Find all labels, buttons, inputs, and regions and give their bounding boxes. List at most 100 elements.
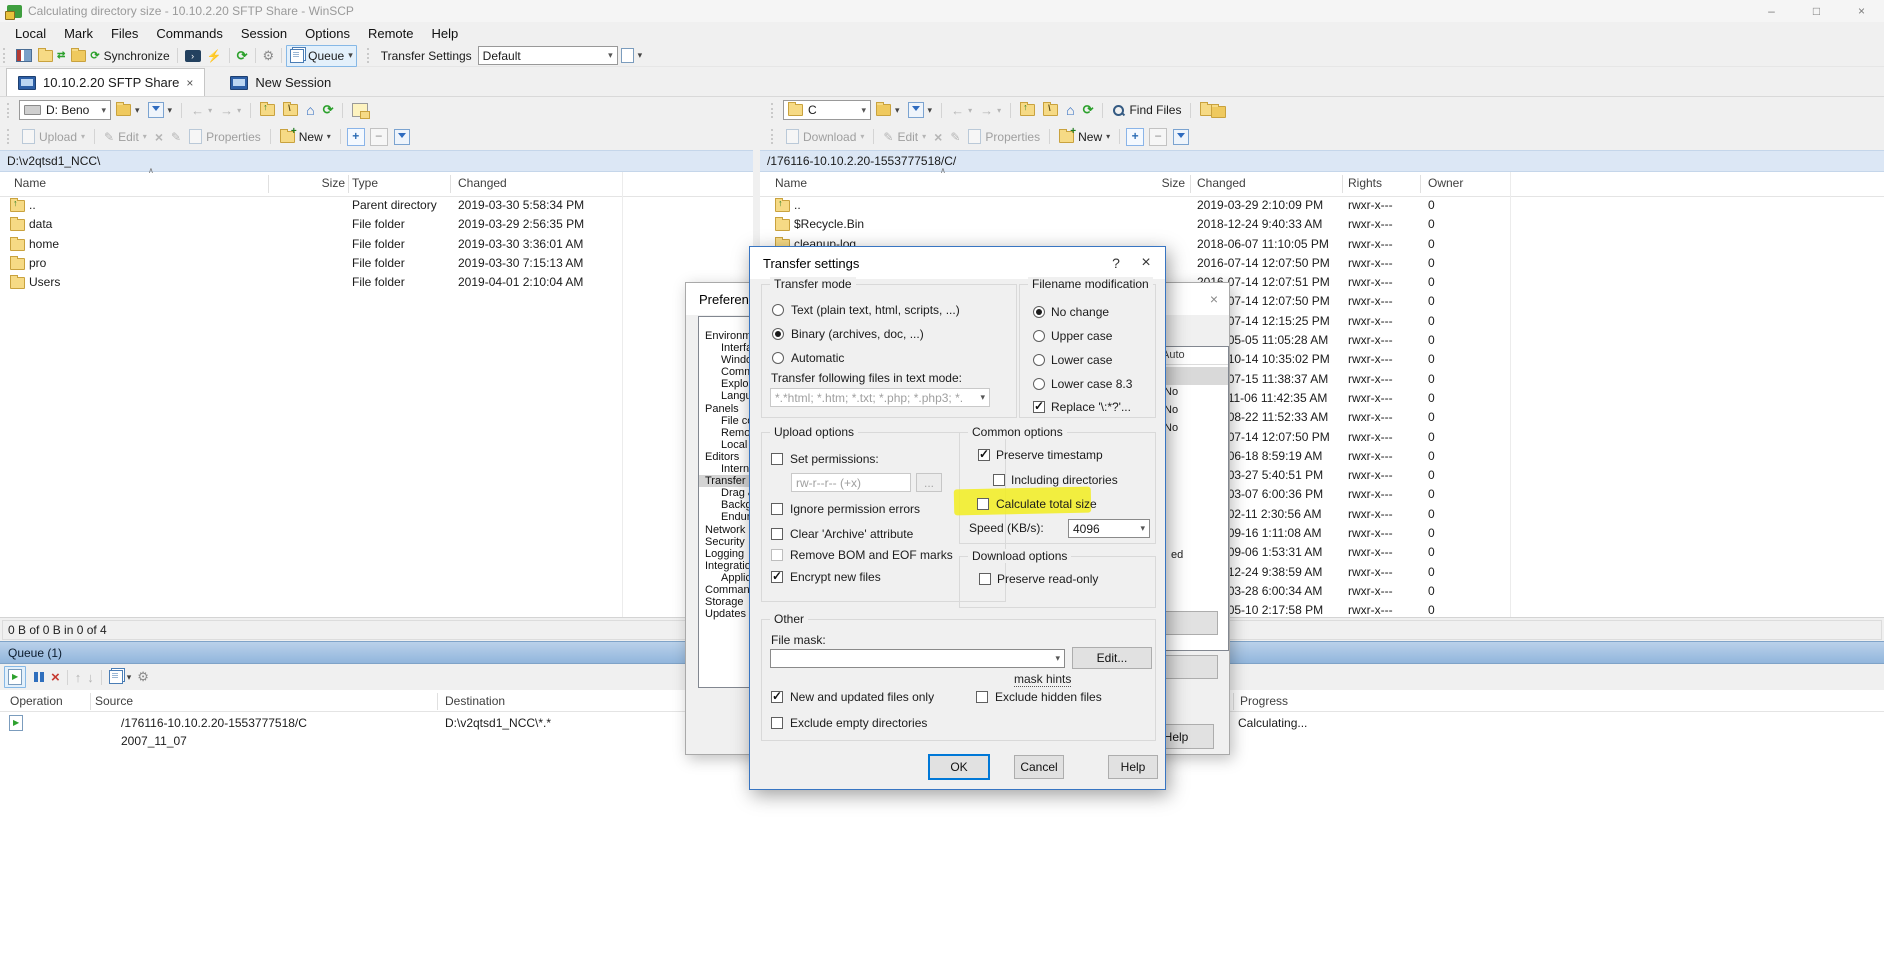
automatic-mode-label[interactable]: Automatic [791, 351, 844, 365]
download-button[interactable]: Download▾ [783, 127, 867, 147]
file-row[interactable]: home File folder 2019-03-30 3:36:01 AM [0, 235, 753, 254]
left-properties-button[interactable]: Properties [186, 127, 264, 147]
clear-archive-label[interactable]: Clear 'Archive' attribute [790, 527, 913, 541]
ok-button[interactable]: OK [928, 754, 990, 780]
right-refresh-button[interactable]: ⟳ [1080, 100, 1097, 120]
close-icon[interactable]: × [1199, 288, 1229, 310]
upper-case-radio[interactable] [1033, 330, 1045, 342]
left-root-directory-button[interactable] [280, 100, 301, 120]
queue-col-source[interactable]: Source [95, 694, 133, 708]
tab-session[interactable]: 10.10.2.20 SFTP Share × [6, 68, 205, 96]
menu-item[interactable]: Files [102, 22, 147, 45]
queue-operations-button[interactable]: ▾ [106, 667, 135, 687]
file-mask-combo[interactable]: ▾ [770, 649, 1065, 668]
replace-checkbox[interactable] [1033, 401, 1045, 413]
right-edit-button[interactable]: ✎Edit▾ [880, 127, 929, 147]
clear-archive-checkbox[interactable] [771, 528, 783, 540]
right-delete-button[interactable]: × [931, 127, 945, 147]
maximize-button[interactable]: □ [1794, 0, 1839, 22]
left-drive-combo[interactable]: D: Beno ▾ [19, 100, 111, 120]
left-forward-button[interactable]: →▾ [217, 100, 244, 120]
left-path-bar[interactable]: D:\v2qtsd1_NCC\ [0, 150, 753, 172]
file-row[interactable]: Users File folder 2019-04-01 2:10:04 AM [0, 273, 753, 292]
upload-button[interactable]: Upload▾ [19, 127, 88, 147]
right-selection-filter-icon[interactable] [1173, 129, 1189, 145]
exclude-hidden-label[interactable]: Exclude hidden files [995, 690, 1102, 704]
including-directories-checkbox[interactable] [993, 474, 1005, 486]
new-updated-checkbox[interactable] [771, 691, 783, 703]
set-permissions-checkbox[interactable] [771, 453, 783, 465]
menu-item[interactable]: Help [422, 22, 467, 45]
right-root-directory-button[interactable] [1040, 100, 1061, 120]
left-rename-button[interactable]: ✎ [168, 127, 184, 147]
mask-hints-link[interactable]: mask hints [1014, 672, 1071, 687]
new-updated-label[interactable]: New and updated files only [790, 690, 934, 704]
preserve-read-only-label[interactable]: Preserve read-only [997, 572, 1098, 586]
right-open-directory-button[interactable]: ▾ [873, 100, 903, 120]
open-console-button[interactable]: › [182, 46, 204, 66]
transfer-settings-combo[interactable]: Default ▾ [478, 46, 618, 65]
tab-new-session[interactable]: New Session [219, 69, 342, 96]
left-edit-button[interactable]: ✎Edit▾ [101, 127, 150, 147]
calculate-total-size-label[interactable]: Calculate total size [996, 497, 1097, 511]
encrypt-new-files-label[interactable]: Encrypt new files [790, 570, 881, 584]
set-permissions-label[interactable]: Set permissions: [790, 452, 879, 466]
right-unselect-button[interactable]: − [1149, 128, 1167, 146]
queue-col-progress[interactable]: Progress [1240, 694, 1288, 708]
left-parent-directory-button[interactable] [257, 100, 278, 120]
right-rename-button[interactable]: ✎ [947, 127, 963, 147]
close-button[interactable]: × [1839, 0, 1884, 22]
menu-item[interactable]: Remote [359, 22, 423, 45]
preferences-tree-item[interactable]: Transfer [699, 475, 752, 487]
queue-preferences-button[interactable]: ⚙ [134, 667, 152, 687]
right-drive-combo[interactable]: C ▾ [783, 100, 871, 120]
queue-col-destination[interactable]: Destination [445, 694, 505, 708]
left-col-type[interactable]: Type [352, 176, 378, 190]
file-row[interactable]: .. Parent directory 2019-03-30 5:58:34 P… [0, 196, 753, 215]
binary-mode-radio[interactable] [772, 328, 784, 340]
queue-move-down-button[interactable]: ↓ [84, 667, 97, 687]
help-icon[interactable]: ? [1101, 252, 1131, 274]
right-new-button[interactable]: New▾ [1056, 127, 1113, 147]
right-col-name[interactable]: Name [775, 176, 807, 190]
right-properties-button[interactable]: Properties [965, 127, 1043, 147]
edit-mask-button[interactable]: Edit... [1072, 647, 1152, 669]
ignore-permission-errors-checkbox[interactable] [771, 503, 783, 515]
queue-col-operation[interactable]: Operation [10, 694, 63, 708]
menu-item[interactable]: Local [6, 22, 55, 45]
left-refresh-button[interactable]: ⟳ [320, 100, 337, 120]
left-col-size[interactable]: Size [260, 176, 345, 190]
left-selection-filter-icon[interactable] [394, 129, 410, 145]
right-forward-button[interactable]: →▾ [977, 100, 1004, 120]
text-mode-radio[interactable] [772, 304, 784, 316]
transfer-preset-button[interactable]: ▾ [618, 46, 646, 66]
putty-button[interactable]: ⚡ [204, 46, 225, 66]
file-row[interactable]: pro File folder 2019-03-30 7:15:13 AM [0, 254, 753, 273]
find-files-button[interactable]: Find Files [1109, 100, 1184, 120]
right-col-size[interactable]: Size [1112, 176, 1185, 190]
dock-panels-button[interactable] [13, 46, 35, 66]
left-col-changed[interactable]: Changed [458, 176, 507, 190]
left-unselect-button[interactable]: − [370, 128, 388, 146]
minimize-button[interactable]: – [1749, 0, 1794, 22]
left-back-button[interactable]: ←▾ [188, 100, 215, 120]
menu-item[interactable]: Mark [55, 22, 102, 45]
lower-case-83-radio[interactable] [1033, 378, 1045, 390]
ignore-permission-errors-label[interactable]: Ignore permission errors [790, 502, 920, 516]
right-back-button[interactable]: ←▾ [948, 100, 975, 120]
right-parent-directory-button[interactable] [1017, 100, 1038, 120]
tab-close-icon[interactable]: × [186, 76, 193, 90]
right-filter-button[interactable]: ▾ [905, 100, 936, 120]
left-col-name[interactable]: Name [14, 176, 46, 190]
right-col-rights[interactable]: Rights [1348, 176, 1382, 190]
no-change-radio[interactable] [1033, 306, 1045, 318]
right-select-button[interactable]: + [1126, 128, 1144, 146]
left-filter-button[interactable]: ▾ [145, 100, 176, 120]
menu-item[interactable]: Session [232, 22, 296, 45]
right-col-owner[interactable]: Owner [1428, 176, 1463, 190]
encrypt-new-files-checkbox[interactable] [771, 571, 783, 583]
close-icon[interactable]: × [1131, 252, 1161, 274]
file-row[interactable]: data File folder 2019-03-29 2:56:35 PM [0, 215, 753, 234]
sync-folders-button[interactable]: ⇄ [35, 46, 68, 66]
queue-move-up-button[interactable]: ↑ [72, 667, 85, 687]
